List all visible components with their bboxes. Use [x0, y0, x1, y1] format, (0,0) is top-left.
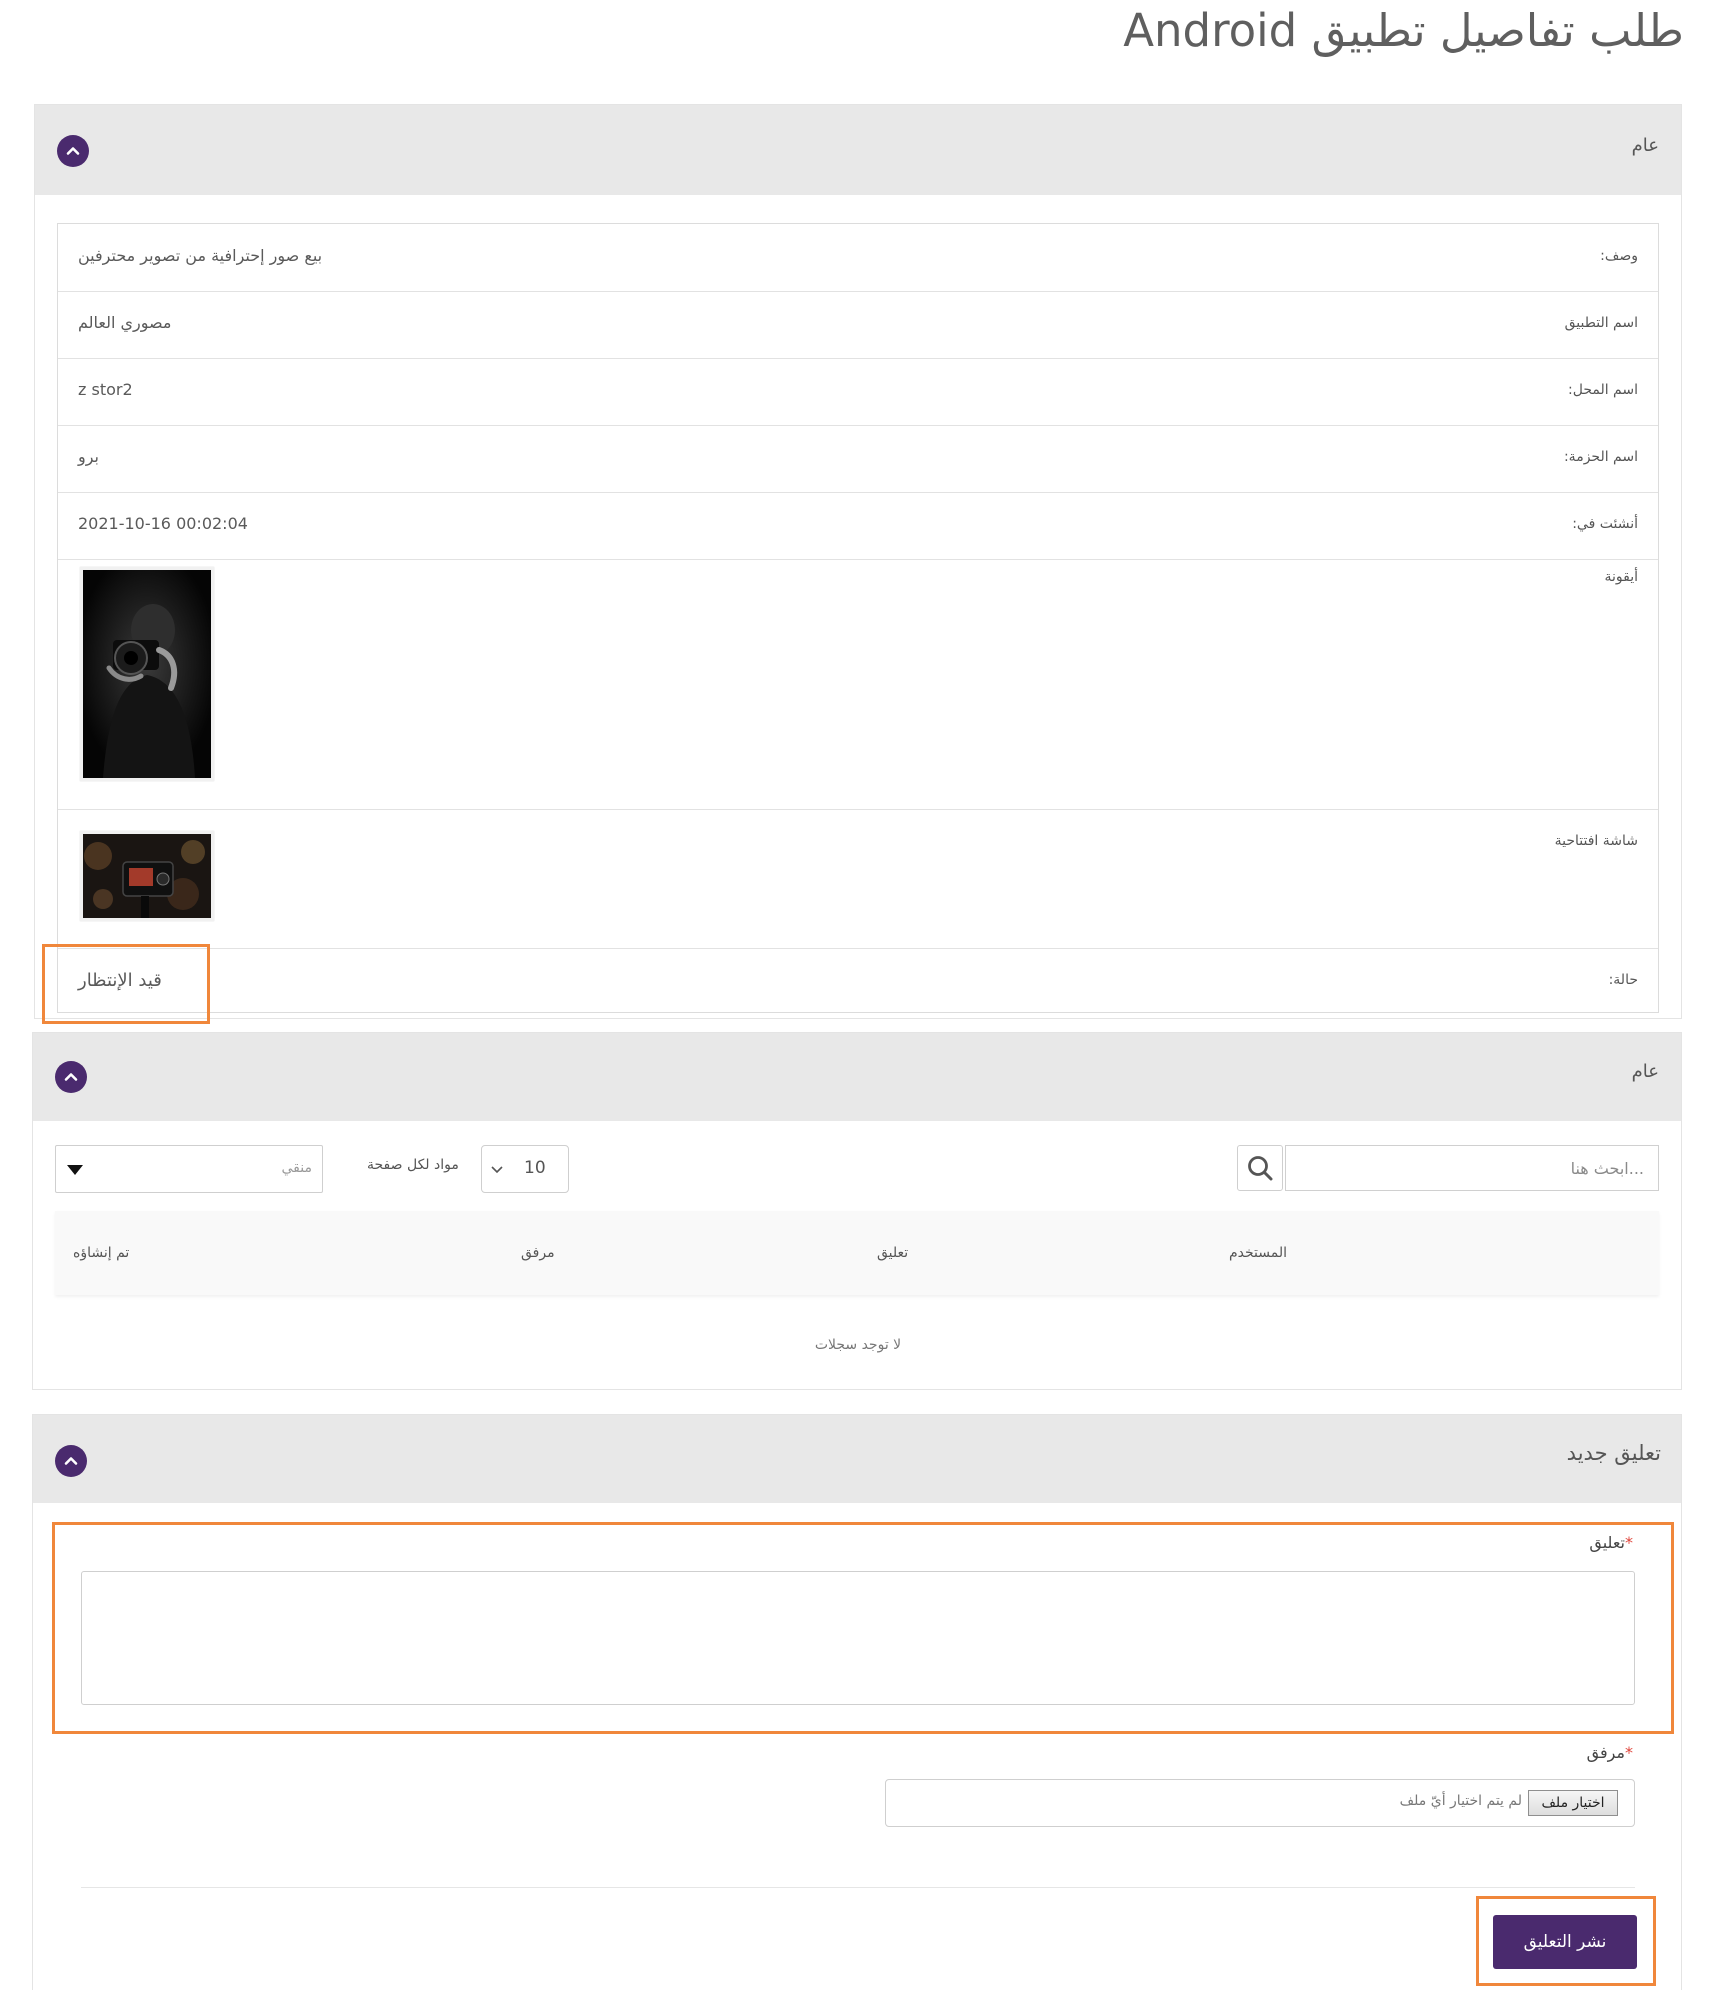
records-table-header: المستخدم تعليق مرفق تم إنشاؤه — [55, 1211, 1659, 1295]
detail-row-store-name: اسم المحل: z stor2 — [58, 358, 1658, 426]
records-panel-title: عام — [1631, 1061, 1659, 1082]
collapse-general-button[interactable] — [57, 135, 89, 167]
detail-row-app-name: اسم التطبيق مصوري العالم — [58, 291, 1658, 359]
search-button[interactable] — [1237, 1145, 1283, 1191]
per-page-value: 10 — [524, 1158, 546, 1178]
detail-label: أيقونة — [1604, 569, 1638, 585]
detail-row-package-name: اسم الحزمة: برو — [58, 425, 1658, 493]
detail-row-icon: أيقونة — [58, 559, 1658, 810]
detail-label: اسم الحزمة: — [1563, 449, 1638, 465]
general-panel-header[interactable]: عام — [35, 105, 1681, 195]
collapse-records-button[interactable] — [55, 1061, 87, 1093]
column-header-user[interactable]: المستخدم — [1229, 1245, 1287, 1261]
per-page-select[interactable]: 10 — [481, 1145, 569, 1193]
attachment-file-input[interactable]: اختيار ملف لم يتم اختيار أيّ ملف — [885, 1779, 1635, 1827]
per-page-label: مواد لكل صفحة — [367, 1157, 459, 1173]
form-divider — [81, 1887, 1635, 1888]
detail-label: اسم المحل: — [1568, 382, 1638, 398]
filter-placeholder: منقي — [281, 1160, 312, 1176]
detail-row-splash: شاشة افتتاحية — [58, 809, 1658, 949]
chevron-up-icon — [64, 1457, 78, 1465]
records-panel: عام ...ابحث هنا 10 مواد لكل صفحة منقي ال… — [32, 1032, 1682, 1390]
detail-row-created-at: أنشئت في: 2021-10-16 00:02:04 — [58, 492, 1658, 560]
detail-label: أنشئت في: — [1572, 516, 1638, 532]
choose-file-button[interactable]: اختيار ملف — [1528, 1790, 1618, 1816]
no-file-text: لم يتم اختيار أيّ ملف — [1399, 1793, 1522, 1809]
caret-down-icon — [67, 1165, 83, 1175]
general-panel: عام وصف: بيع صور إحترافية من تصوير محترف… — [34, 104, 1682, 1019]
detail-value: 2021-10-16 00:02:04 — [78, 514, 248, 533]
detail-row-description: وصف: بيع صور إحترافية من تصوير محترفين — [58, 224, 1658, 292]
detail-value: مصوري العالم — [78, 313, 172, 332]
detail-row-status: حالة: قيد الإنتظار — [58, 948, 1658, 1014]
records-panel-header[interactable]: عام — [33, 1033, 1681, 1121]
new-comment-panel-header[interactable]: تعليق جديد — [33, 1415, 1681, 1503]
app-icon-image — [80, 567, 214, 781]
submit-highlight-box — [1476, 1896, 1656, 1986]
details-table: وصف: بيع صور إحترافية من تصوير محترفين ا… — [57, 223, 1659, 1013]
splash-screen-image — [80, 831, 214, 921]
search-input[interactable]: ...ابحث هنا — [1285, 1145, 1659, 1191]
search-placeholder: ...ابحث هنا — [1570, 1158, 1644, 1178]
comment-highlight-box — [52, 1522, 1674, 1734]
page-title: طلب تفاصيل تطبيق Android — [1123, 4, 1684, 57]
filter-select[interactable]: منقي — [55, 1145, 323, 1193]
status-highlight-box — [42, 944, 210, 1024]
detail-label: وصف: — [1600, 248, 1638, 264]
empty-records-message: لا توجد سجلات — [814, 1337, 902, 1353]
detail-label: شاشة افتتاحية — [1554, 833, 1638, 849]
attachment-label: *مرفق — [1586, 1743, 1633, 1762]
column-header-created[interactable]: تم إنشاؤه — [73, 1245, 129, 1261]
column-header-attachment[interactable]: مرفق — [521, 1245, 555, 1261]
detail-label: حالة: — [1608, 972, 1638, 988]
detail-value: بيع صور إحترافية من تصوير محترفين — [78, 246, 323, 265]
new-comment-panel-title: تعليق جديد — [1566, 1441, 1661, 1465]
collapse-new-comment-button[interactable] — [55, 1445, 87, 1477]
search-icon — [1248, 1156, 1273, 1181]
chevron-down-icon — [491, 1166, 503, 1174]
chevron-up-icon — [66, 147, 80, 155]
detail-value: z stor2 — [78, 380, 133, 399]
chevron-up-icon — [64, 1073, 78, 1081]
general-panel-title: عام — [1631, 135, 1659, 156]
detail-label: اسم التطبيق — [1564, 315, 1638, 331]
required-mark: * — [1625, 1743, 1633, 1762]
column-header-comment[interactable]: تعليق — [877, 1245, 908, 1261]
detail-value: برو — [78, 447, 100, 466]
